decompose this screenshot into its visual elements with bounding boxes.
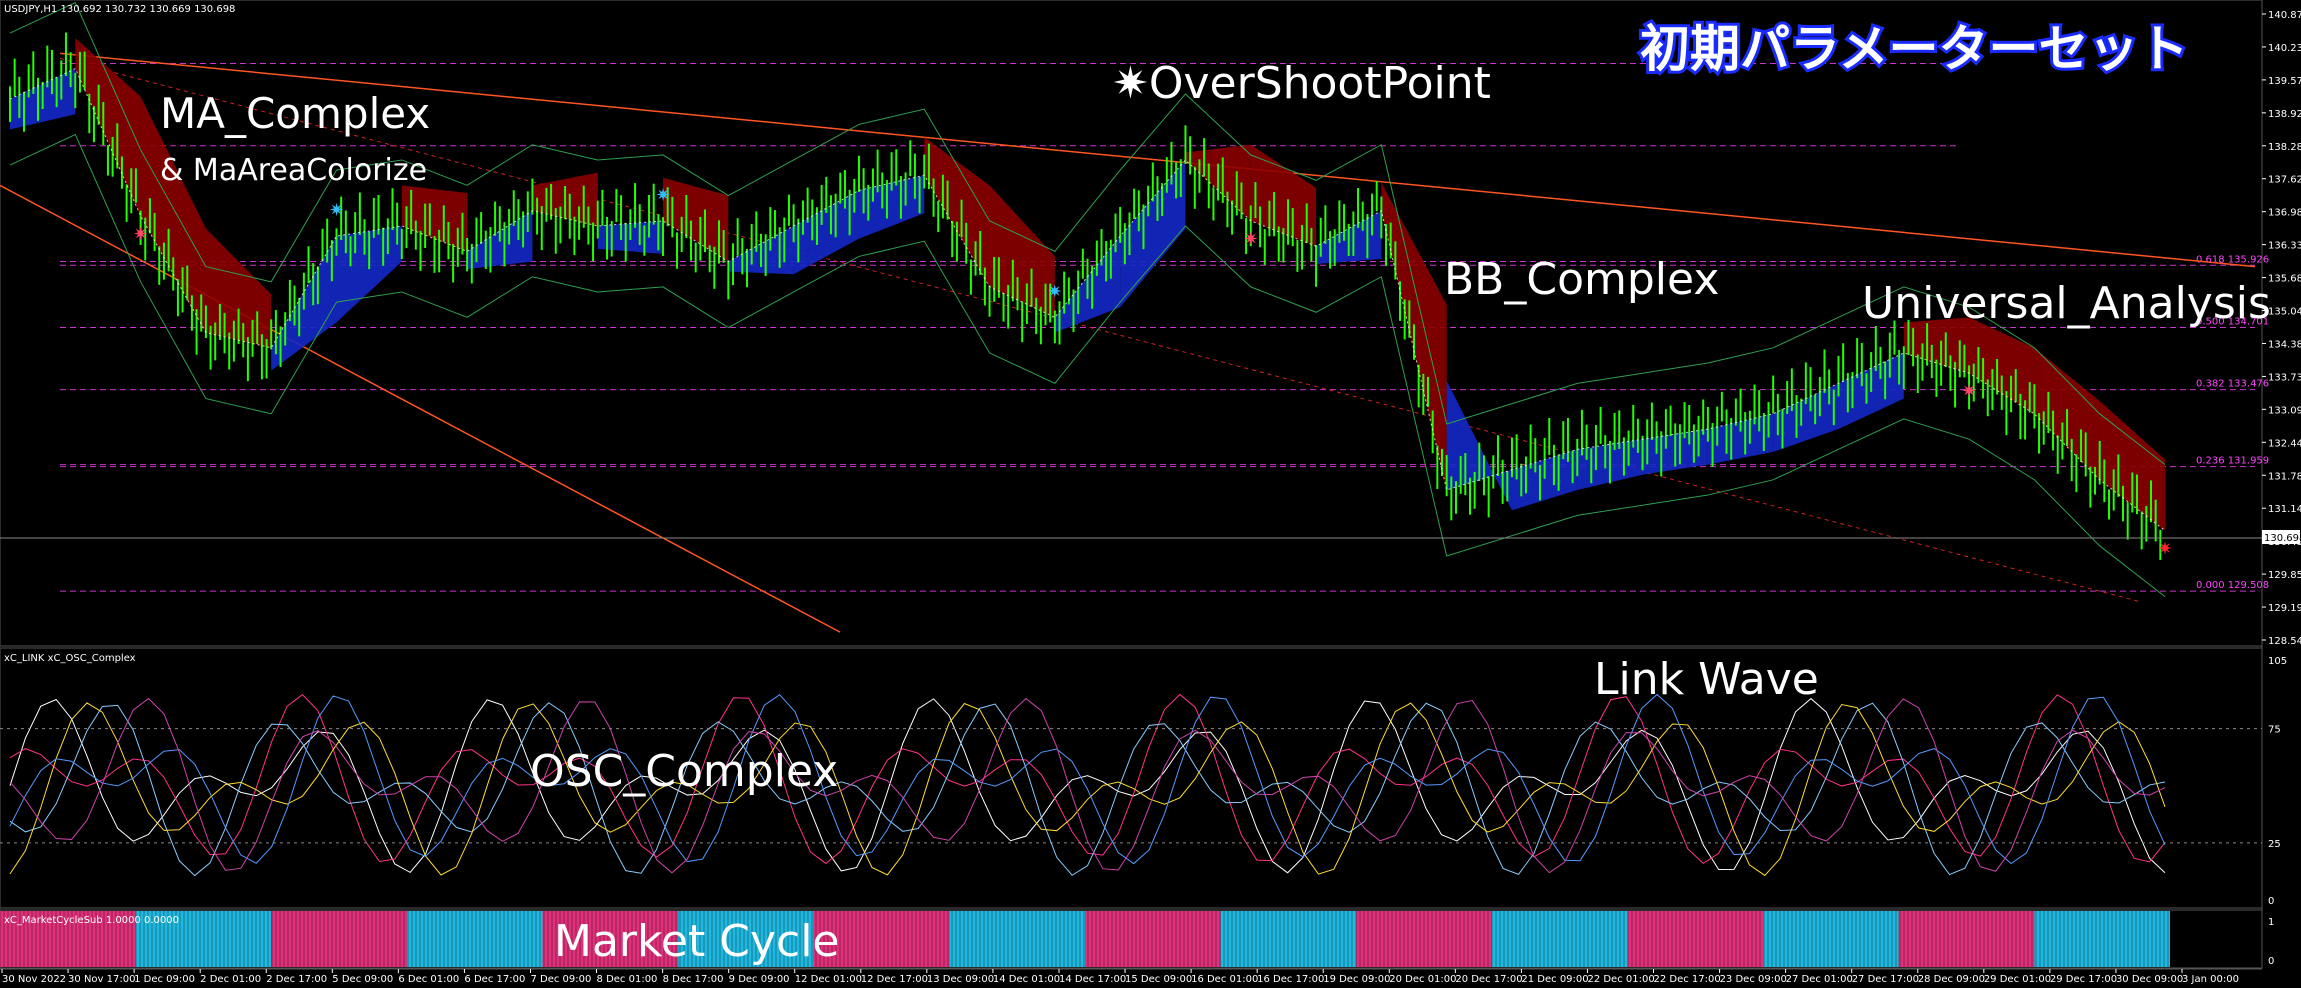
price-tick-label: 139.570 <box>2268 76 2301 87</box>
fib-level-label: 0.236 131.959 <box>2196 456 2269 467</box>
market-cycle-segment <box>406 911 543 967</box>
time-tick-label: 14 Dec 01:00 <box>993 974 1060 985</box>
overshoot-marker: ✷ <box>1243 229 1258 250</box>
price-tick-label: 132.445 <box>2268 438 2301 449</box>
fib-level-label: 0.000 129.508 <box>2196 580 2269 591</box>
time-tick-label: 12 Dec 01:00 <box>795 974 862 985</box>
overshoot-marker: ✷ <box>1047 281 1062 302</box>
osc-panel-caption: xC_LINK xC_OSC_Complex <box>4 653 136 664</box>
time-tick-label: 3 Jan 00:00 <box>2182 974 2239 985</box>
overshoot-marker: ✷ <box>2157 539 2172 560</box>
market-cycle-segment <box>2034 911 2170 967</box>
osc-tick-label: 75 <box>2268 725 2281 736</box>
fib-level-label: 0.382 133.476 <box>2196 379 2269 390</box>
cycle-tick-label: 1 <box>2268 917 2274 928</box>
time-tick-label: 29 Dec 01:00 <box>1984 974 2051 985</box>
time-tick-label: 15 Dec 09:00 <box>1125 974 1192 985</box>
cycle-tick-label: 0 <box>2268 956 2274 967</box>
market-cycle-segment <box>949 911 1085 967</box>
time-tick-label: 6 Dec 17:00 <box>464 974 525 985</box>
chart-background <box>0 0 2301 988</box>
time-tick-label: 22 Dec 01:00 <box>1587 974 1654 985</box>
time-tick-label: 21 Dec 09:00 <box>1521 974 1588 985</box>
time-tick-label: 28 Dec 09:00 <box>1918 974 1985 985</box>
time-tick-label: 8 Dec 17:00 <box>663 974 724 985</box>
overshoot-label: ✷OverShootPoint <box>1112 58 1491 109</box>
price-tick-label: 133.090 <box>2268 405 2301 416</box>
price-tick-label: 135.685 <box>2268 274 2301 285</box>
market-cycle-segment <box>1763 911 1899 967</box>
price-tick-label: 131.140 <box>2268 504 2301 515</box>
price-tick-label: 134.380 <box>2268 339 2301 350</box>
price-tick-label: 136.335 <box>2268 241 2301 252</box>
price-tick-label: 135.040 <box>2268 307 2301 318</box>
price-tick-label: 137.625 <box>2268 175 2301 186</box>
universal-label: Universal_Analysis <box>1862 278 2271 329</box>
price-tick-label: 129.850 <box>2268 570 2301 581</box>
fib-level-label: 0.618 135.926 <box>2196 254 2269 265</box>
title-jp-label: 初期パラメーターセット <box>1640 20 2189 78</box>
ma-area-label: & MaAreaColorize <box>160 153 427 188</box>
overshoot-marker: ✷ <box>329 200 344 221</box>
price-tick-label: 129.190 <box>2268 603 2301 614</box>
time-tick-label: 30 Nov 17:00 <box>68 974 135 985</box>
price-tick-label: 138.280 <box>2268 142 2301 153</box>
price-tick-label: 138.925 <box>2268 109 2301 120</box>
time-tick-label: 19 Dec 09:00 <box>1323 974 1390 985</box>
time-tick-label: 20 Dec 01:00 <box>1389 974 1456 985</box>
time-tick-label: 14 Dec 17:00 <box>1059 974 1126 985</box>
mt4-chart-window[interactable]: 0.618 135.926 0.500 134.701 0.382 133.476 0… <box>0 0 2301 988</box>
osc-tick-label: 25 <box>2268 839 2281 850</box>
price-tick-label: 128.545 <box>2268 636 2301 647</box>
market-cycle-bars <box>0 911 2170 967</box>
time-tick-label: 16 Dec 17:00 <box>1257 974 1324 985</box>
time-tick-label: 30 Nov 2022 <box>2 974 66 985</box>
price-tick-label: 140.230 <box>2268 43 2301 54</box>
market-cycle-label: Market Cycle <box>554 916 839 967</box>
time-tick-label: 8 Dec 01:00 <box>597 974 658 985</box>
time-tick-label: 9 Dec 09:00 <box>729 974 790 985</box>
time-tick-label: 29 Dec 17:00 <box>2050 974 2117 985</box>
ma-complex-label: MA_Complex <box>160 89 430 138</box>
time-tick-label: 5 Dec 09:00 <box>332 974 393 985</box>
market-cycle-segment <box>1898 911 2035 967</box>
link-wave-label: Link Wave <box>1594 654 1819 705</box>
time-tick-label: 16 Dec 01:00 <box>1191 974 1258 985</box>
osc-tick-label: 0 <box>2268 896 2274 907</box>
time-tick-label: 6 Dec 01:00 <box>398 974 459 985</box>
time-tick-label: 27 Dec 17:00 <box>1852 974 1919 985</box>
price-tick-label: 136.980 <box>2268 208 2301 219</box>
time-tick-label: 27 Dec 01:00 <box>1786 974 1853 985</box>
price-tick-label: 133.735 <box>2268 372 2301 383</box>
time-tick-label: 13 Dec 09:00 <box>927 974 994 985</box>
time-tick-label: 1 Dec 09:00 <box>134 974 195 985</box>
time-tick-label: 2 Dec 01:00 <box>200 974 261 985</box>
bb-complex-label: BB_Complex <box>1444 254 1719 305</box>
time-tick-label: 23 Dec 09:00 <box>1720 974 1787 985</box>
time-tick-label: 20 Dec 17:00 <box>1455 974 1522 985</box>
time-tick-label: 30 Dec 09:00 <box>2116 974 2183 985</box>
overshoot-marker: ✷ <box>133 224 148 245</box>
osc-complex-label: OSC_Complex <box>530 746 838 797</box>
time-tick-label: 22 Dec 17:00 <box>1654 974 1721 985</box>
overshoot-marker: ✷ <box>655 185 670 206</box>
time-tick-label: 12 Dec 17:00 <box>861 974 928 985</box>
time-tick-label: 7 Dec 09:00 <box>530 974 591 985</box>
overshoot-marker: ✷ <box>1962 381 1977 402</box>
cycle-panel-caption: xC_MarketCycleSub 1.0000 0.0000 <box>4 915 179 926</box>
price-tick-label: 131.785 <box>2268 471 2301 482</box>
time-tick-label: 2 Dec 17:00 <box>266 974 327 985</box>
current-price-text: 130.698 <box>2264 533 2301 544</box>
symbol-info-bar: USDJPY,H1 130.692 130.732 130.669 130.69… <box>4 4 235 15</box>
price-tick-label: 140.875 <box>2268 10 2301 21</box>
osc-tick-label: 105 <box>2268 656 2287 667</box>
